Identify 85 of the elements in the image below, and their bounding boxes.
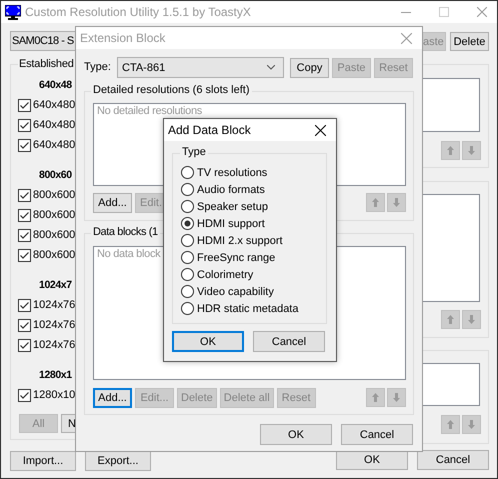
checkbox-label: 800x600 [33, 209, 76, 221]
dialog-button[interactable]: OK [172, 331, 244, 352]
radio-button[interactable] [181, 268, 194, 281]
radio-option[interactable]: HDMI 2.x support [181, 232, 298, 249]
footer-button[interactable]: Import... [10, 451, 76, 471]
checkbox[interactable] [18, 338, 31, 352]
group-label: Detailed resolutions (6 slots left) [91, 84, 252, 96]
radio-option[interactable]: Video capability [181, 283, 298, 300]
down-arrow-icon [468, 315, 475, 324]
down-arrow-icon [393, 198, 400, 207]
footer-button[interactable]: OK [336, 450, 408, 470]
checkbox-label: 1024x76 [33, 299, 76, 311]
footer-button[interactable]: Cancel [341, 424, 413, 445]
resolution-heading: 1280x1 [38, 368, 73, 383]
checkbox-label: 640x480 [33, 119, 76, 131]
resolution-heading: 640x48 [38, 78, 73, 93]
monitor-icon [5, 5, 21, 20]
radio-button[interactable] [181, 302, 194, 315]
radio-option[interactable]: TV resolutions [181, 164, 298, 181]
empty-list-text: No detailed resolutions [97, 105, 202, 117]
resolution-heading: 800x60 [38, 168, 73, 183]
checkbox-label: 1280x10 [33, 389, 76, 401]
list-box[interactable] [422, 194, 480, 302]
type-dropdown[interactable]: CTA-861 [117, 57, 284, 78]
window-title: Extension Block [80, 31, 166, 45]
down-arrow-icon [468, 420, 475, 429]
checkbox[interactable] [18, 298, 31, 312]
list-box[interactable] [422, 78, 480, 132]
group-label: Type [180, 146, 208, 158]
dialog-button[interactable]: Cancel [253, 331, 325, 352]
radio-button[interactable] [181, 251, 194, 264]
down-arrow-icon [393, 393, 400, 402]
radio-option[interactable]: HDR static metadata [181, 300, 298, 317]
checkbox[interactable] [18, 188, 31, 202]
checkbox[interactable] [18, 248, 31, 262]
action-button[interactable]: Add... [93, 193, 132, 213]
checkbox-label: 800x600 [33, 229, 76, 241]
up-arrow-icon [372, 393, 379, 402]
up-arrow-icon [447, 420, 454, 429]
up-arrow-icon [447, 315, 454, 324]
radio-option[interactable]: Audio formats [181, 181, 298, 198]
radio-option[interactable]: HDMI support [181, 215, 298, 232]
radio-button[interactable] [181, 166, 194, 179]
toolbar-button[interactable]: Delete [450, 32, 489, 51]
action-button[interactable]: Add... [93, 388, 132, 408]
radio-option[interactable]: FreeSync range [181, 249, 298, 266]
checkbox-label: 640x480 [33, 139, 76, 151]
up-arrow-icon [372, 198, 379, 207]
field-label: Type: [84, 61, 111, 73]
footer-button[interactable]: Cancel [417, 450, 489, 470]
group-label: Data blocks (1 [91, 226, 160, 238]
radio-button[interactable] [181, 217, 194, 230]
checkbox-label: 640x480 [33, 99, 76, 111]
up-arrow-icon [447, 146, 454, 155]
list-box[interactable] [422, 363, 480, 406]
radio-option[interactable]: Speaker setup [181, 198, 298, 215]
radio-button[interactable] [181, 200, 194, 213]
footer-button[interactable]: Export... [85, 451, 151, 471]
window-title: Custom Resolution Utility 1.5.1 by ToastyX [25, 5, 251, 19]
group-label: Established [18, 58, 75, 70]
checkbox[interactable] [18, 118, 31, 132]
checkbox[interactable] [18, 138, 31, 152]
resolution-heading: 1024x7 [38, 278, 73, 293]
checkbox[interactable] [18, 228, 31, 242]
empty-list-text: No data block [97, 248, 160, 260]
checkbox[interactable] [18, 98, 31, 112]
checkbox[interactable] [18, 388, 31, 402]
close-icon[interactable] [315, 125, 326, 136]
checkbox-label: 1024x76 [33, 339, 76, 351]
device-dropdown[interactable]: SAM0C18 - S [10, 31, 76, 51]
radio-button[interactable] [181, 285, 194, 298]
checkbox[interactable] [18, 208, 31, 222]
radio-option[interactable]: Colorimetry [181, 266, 298, 283]
checkbox-label: 800x600 [33, 249, 76, 261]
chevron-down-icon [267, 65, 275, 70]
checkbox[interactable] [18, 318, 31, 332]
window-title: Add Data Block [168, 123, 251, 137]
checkbox-label: 1024x76 [33, 319, 76, 331]
footer-button[interactable]: OK [260, 424, 332, 445]
radio-button[interactable] [181, 183, 194, 196]
down-arrow-icon [468, 146, 475, 155]
select-button[interactable]: N [61, 414, 76, 433]
checkbox-label: 800x600 [33, 189, 76, 201]
action-button[interactable]: Copy [290, 58, 329, 78]
radio-button[interactable] [181, 234, 194, 247]
